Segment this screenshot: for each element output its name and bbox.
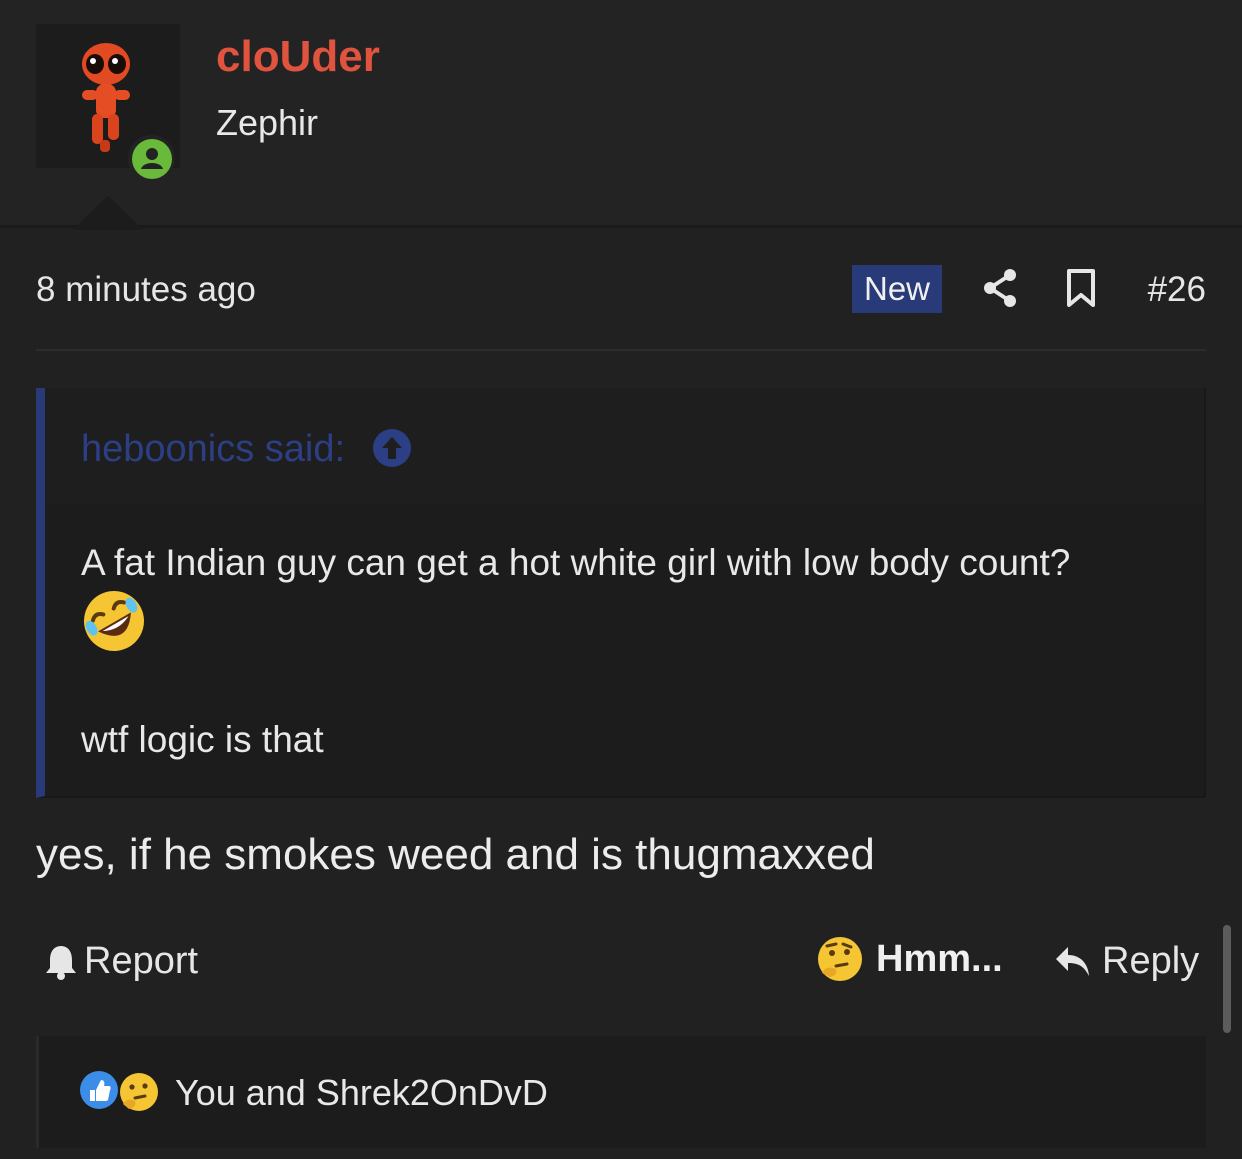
quote-text-line: wtf logic is that: [81, 719, 324, 760]
reply-arrow-icon: [1056, 946, 1089, 976]
online-status-badge: [128, 135, 175, 182]
reaction-summary: You and Shrek2OnDvD: [175, 1072, 548, 1113]
report-label: Report: [84, 940, 199, 982]
new-badge: New: [852, 265, 942, 313]
react-label: Hmm...: [876, 937, 1003, 980]
quote-text-line: A fat Indian guy can get a hot white gir…: [81, 542, 1071, 583]
report-button[interactable]: Report: [44, 940, 198, 983]
bell-icon: [46, 945, 76, 980]
username-link[interactable]: cloUder: [216, 32, 380, 82]
thinking-icon: [118, 1071, 160, 1113]
post-number-link[interactable]: #26: [1148, 270, 1206, 310]
post-meta: 8 minutes ago New #26: [36, 262, 1206, 318]
reply-button[interactable]: Reply: [1054, 940, 1199, 983]
post-body-text: yes, if he smokes weed and is thugmaxxed: [36, 830, 875, 879]
arrow-up-circle-icon[interactable]: [372, 428, 412, 468]
thinking-face-icon: [818, 937, 862, 981]
avatar-pointer: [72, 196, 144, 230]
quote-header: heboonics said:: [45, 388, 1204, 504]
post-header: cloUder Zephir: [0, 0, 1242, 230]
post-timestamp[interactable]: 8 minutes ago: [36, 270, 256, 310]
reply-label: Reply: [1102, 940, 1200, 982]
scrollbar[interactable]: [1223, 925, 1231, 1033]
user-online-icon: [131, 138, 172, 179]
quote-author-link[interactable]: heboonics said:: [81, 428, 345, 471]
like-icon: [78, 1069, 120, 1111]
react-button[interactable]: Hmm...: [816, 935, 1003, 983]
divider: [36, 349, 1206, 351]
bookmark-icon[interactable]: [1066, 268, 1096, 308]
reactions-bar[interactable]: You and Shrek2OnDvD: [36, 1036, 1206, 1148]
quote-block: heboonics said: A fat Indian guy can get…: [36, 388, 1206, 798]
share-icon[interactable]: [982, 268, 1018, 308]
user-title: Zephir: [216, 102, 319, 143]
reaction-icons: [78, 1069, 160, 1113]
alien-avatar-icon: [82, 43, 130, 152]
rofl-emoji-icon: [84, 591, 144, 651]
